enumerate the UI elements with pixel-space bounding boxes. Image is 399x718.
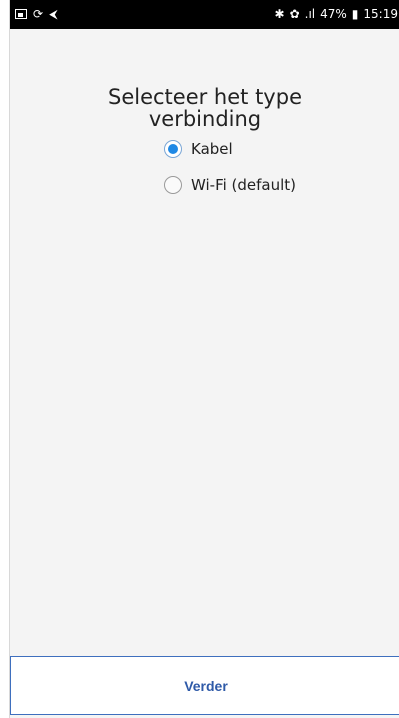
clock: 15:19 <box>363 7 398 21</box>
signal-icon: .ıl <box>304 7 316 21</box>
connection-type-radio-group: Kabel Wi-Fi (default) <box>164 139 296 211</box>
radio-button-wifi[interactable] <box>164 176 182 194</box>
status-left-icons: ⟳ ⮜ <box>15 6 58 22</box>
next-button[interactable]: Verder <box>10 656 399 715</box>
bluetooth-icon: ✱ <box>274 7 285 21</box>
page-title: Selecteer het type verbinding <box>108 85 302 131</box>
radio-label-wifi[interactable]: Wi-Fi (default) <box>191 176 296 194</box>
send-icon: ⮜ <box>49 7 58 21</box>
status-right-icons: ✱ ✿ .ıl 47% ▮ 15:19 <box>275 6 398 22</box>
main-content: Selecteer het type verbinding Kabel Wi-F… <box>10 29 399 655</box>
gallery-icon <box>15 9 27 19</box>
radio-label-kabel[interactable]: Kabel <box>191 140 233 158</box>
app-screen: ⟳ ⮜ ✱ ✿ .ıl 47% ▮ 15:19 Selecteer het ty… <box>9 0 399 718</box>
battery-percent: 47% <box>320 7 347 21</box>
radio-button-kabel[interactable] <box>164 140 182 158</box>
radio-option-kabel[interactable]: Kabel <box>164 139 296 159</box>
sync-icon: ⟳ <box>33 7 44 21</box>
mute-icon: ✿ <box>289 7 300 21</box>
battery-icon: ▮ <box>351 7 359 21</box>
next-button-label: Verder <box>184 677 228 694</box>
radio-option-wifi[interactable]: Wi-Fi (default) <box>164 175 296 195</box>
status-bar: ⟳ ⮜ ✱ ✿ .ıl 47% ▮ 15:19 <box>10 0 399 29</box>
